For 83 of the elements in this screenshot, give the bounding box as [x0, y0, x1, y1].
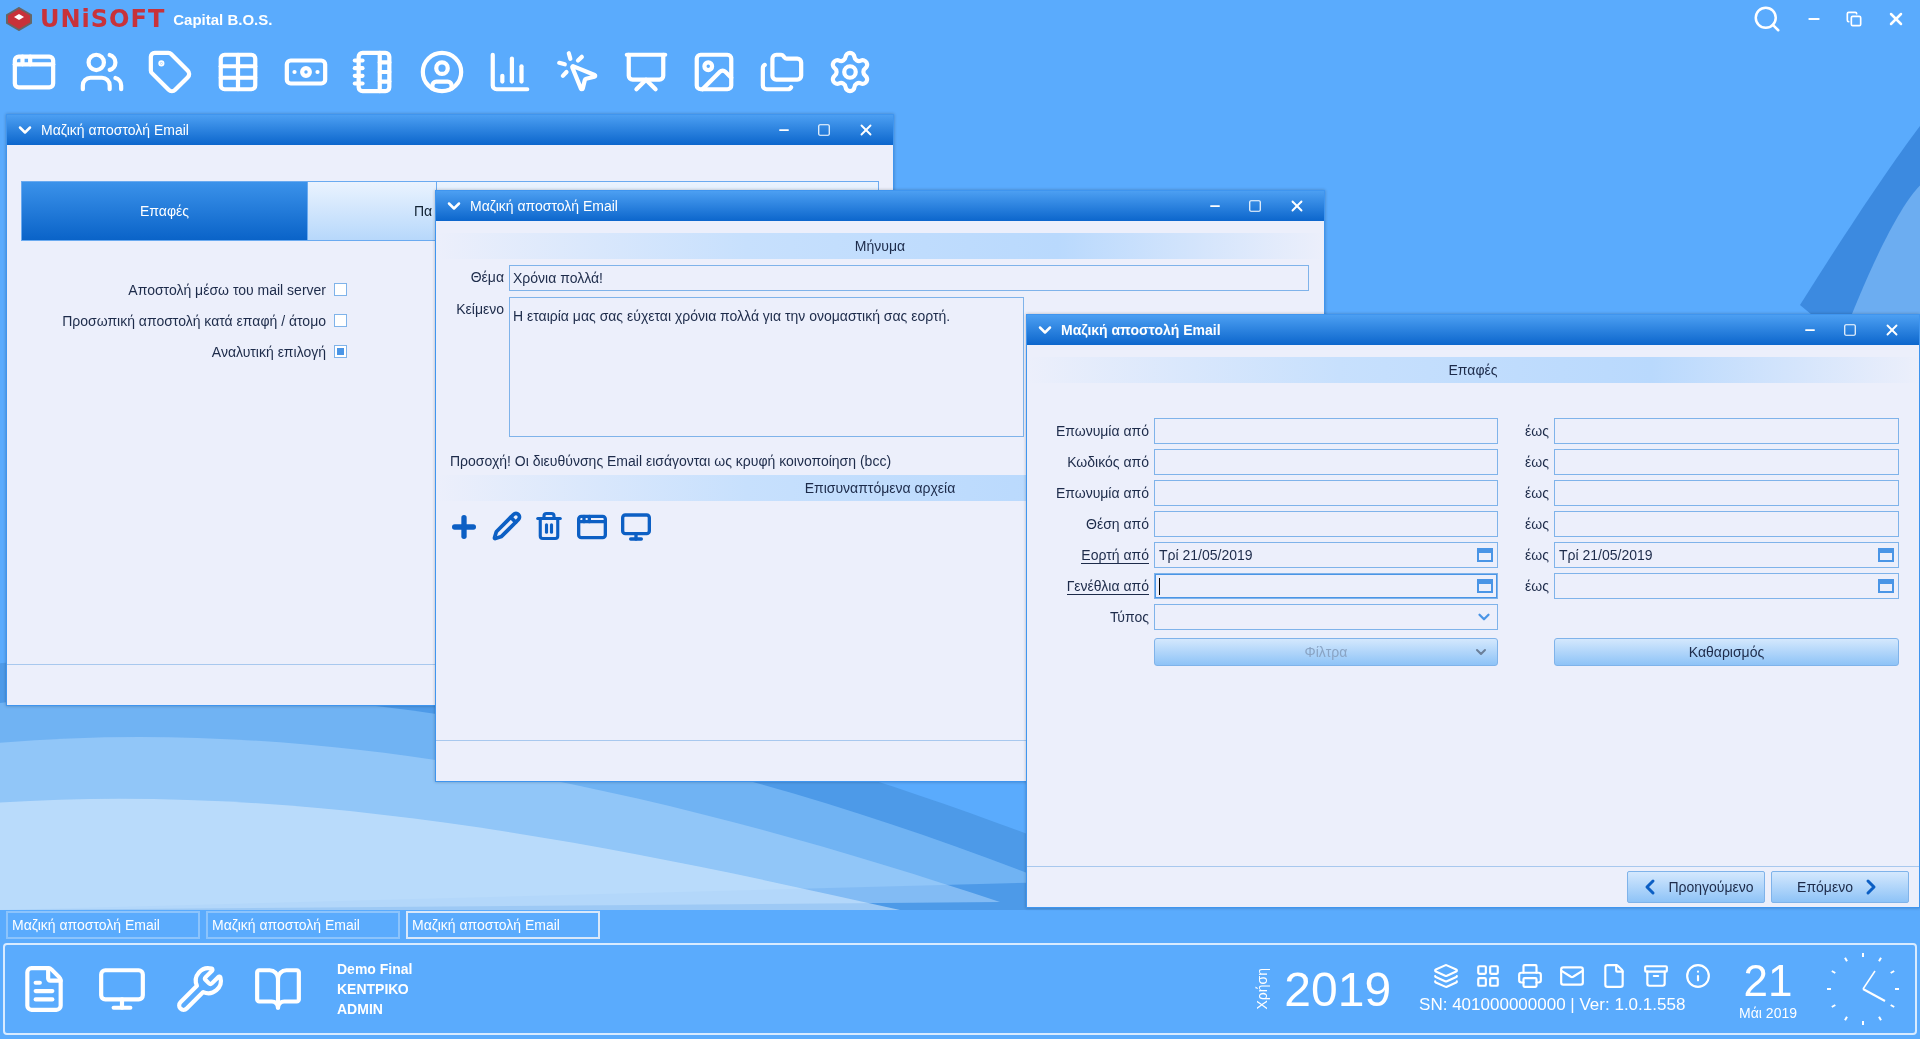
trash-icon[interactable] — [534, 511, 564, 543]
serial-version: SN: 401000000000 | Ver: 1.0.1.558 — [1419, 995, 1687, 1015]
checkbox[interactable] — [334, 345, 347, 358]
field-value: Τρί 21/05/2019 — [1159, 547, 1254, 563]
printer-icon[interactable] — [1517, 963, 1544, 989]
input-field[interactable] — [1554, 449, 1899, 475]
notice-text: Προσοχή! Οι διευθύνσης Email εισάγονται ως κρυφή κοινοποίηση (bcc) — [450, 453, 892, 469]
subject-field[interactable]: Χρόνια πολλά! — [509, 265, 1309, 291]
date-field[interactable] — [1154, 573, 1498, 599]
brand-logo: UNiSOFT — [40, 5, 166, 33]
field-link[interactable]: Εορτή από — [1081, 546, 1149, 564]
wrench-icon[interactable] — [175, 964, 225, 1014]
calendar-icon[interactable] — [1878, 579, 1894, 593]
clear-button[interactable]: Καθαρισμός — [1554, 638, 1899, 666]
message-field[interactable]: Η εταιρία μας σας εύχεται χρόνια πολλά για την ονομαστική σας εορτή. — [509, 297, 1024, 437]
company-name: Demo Final — [337, 961, 413, 977]
field-label: Επωνυμία από — [1055, 422, 1149, 440]
tag-icon[interactable] — [146, 48, 194, 96]
input-field[interactable] — [1554, 511, 1899, 537]
date-day: 21 — [1743, 957, 1793, 1005]
input-field[interactable] — [1554, 480, 1899, 506]
field-label: έως — [1525, 515, 1549, 533]
maximize-icon[interactable] — [1843, 323, 1857, 337]
field-label: Θέμα — [469, 268, 504, 287]
field-label: έως — [1525, 577, 1549, 595]
date-field[interactable] — [1554, 573, 1899, 599]
checkbox[interactable] — [334, 314, 347, 327]
field-label: έως — [1525, 422, 1549, 440]
search-icon[interactable] — [1752, 4, 1782, 34]
option-label: Προσωπική αποστολή κατά επαφή / άτομο — [62, 312, 326, 329]
input-field[interactable] — [1554, 418, 1899, 444]
calendar-icon[interactable] — [1477, 579, 1493, 593]
product-name: Capital B.O.S. — [173, 10, 273, 28]
field-label: Κείμενο — [455, 300, 504, 319]
monitor-icon[interactable] — [620, 511, 652, 543]
restore-icon[interactable] — [1846, 11, 1862, 27]
window-title: Μαζική αποστολή Email — [41, 122, 190, 138]
field-label: Θέση από — [1086, 515, 1149, 533]
option-label: Αποστολή μέσω του mail server — [128, 281, 326, 298]
field-label: Κωδικός από — [1067, 453, 1149, 471]
calendar-icon[interactable] — [1878, 548, 1894, 562]
date-field[interactable]: Τρί 21/05/2019 — [1154, 542, 1498, 568]
calendar-icon[interactable] — [1477, 548, 1493, 562]
tab[interactable]: Επαφές — [22, 182, 308, 240]
field-label: έως — [1525, 546, 1549, 564]
window-title: Μαζική αποστολή Email — [470, 198, 619, 214]
date-month: Μάι 2019 — [1739, 1005, 1797, 1021]
next-button[interactable]: Επόμενο — [1771, 871, 1909, 903]
input-field[interactable] — [1154, 480, 1498, 506]
field-label: Τύπος — [1110, 608, 1149, 626]
previous-button[interactable]: Προηγούμενο — [1627, 871, 1765, 903]
field-label: Επωνυμία από — [1055, 484, 1149, 502]
mail-icon[interactable] — [1559, 963, 1586, 989]
field-label: έως — [1525, 453, 1549, 471]
info-icon[interactable] — [1685, 963, 1712, 989]
user-circle-icon[interactable] — [418, 48, 466, 96]
layers-icon[interactable] — [1433, 963, 1460, 989]
field-label: έως — [1525, 484, 1549, 502]
maximize-icon[interactable] — [1248, 199, 1262, 213]
year-label: Χρήση — [1254, 968, 1271, 1010]
maximize-icon[interactable] — [817, 123, 831, 137]
tab[interactable]: Πα — [308, 182, 437, 240]
branch-name: ΚΕΝΤΡΙΚΟ — [337, 981, 410, 997]
field-link[interactable]: Γενέθλια από — [1066, 577, 1149, 595]
window-title: Μαζική αποστολή Email — [1061, 322, 1222, 338]
section-header: Μήνυμα — [436, 233, 1324, 259]
input-field[interactable] — [1154, 511, 1498, 537]
archive-icon[interactable] — [1643, 963, 1670, 989]
dropdown-field[interactable] — [1154, 604, 1498, 630]
logo-icon — [6, 7, 32, 31]
pencil-icon[interactable] — [492, 511, 522, 543]
date-field[interactable]: Τρί 21/05/2019 — [1554, 542, 1899, 568]
field-value: Τρί 21/05/2019 — [1559, 547, 1654, 563]
input-field[interactable] — [1154, 418, 1498, 444]
year-value: 2019 — [1284, 961, 1392, 1017]
section-header: Επαφές — [1027, 357, 1919, 383]
option-label: Αναλυτική επιλογή — [211, 343, 326, 360]
text-cursor — [1159, 577, 1160, 595]
input-field[interactable] — [1154, 449, 1498, 475]
checkbox[interactable] — [334, 283, 347, 296]
grid-icon[interactable] — [1475, 963, 1502, 989]
clock-icon — [1825, 951, 1901, 1027]
user-name: ADMIN — [337, 1001, 384, 1017]
